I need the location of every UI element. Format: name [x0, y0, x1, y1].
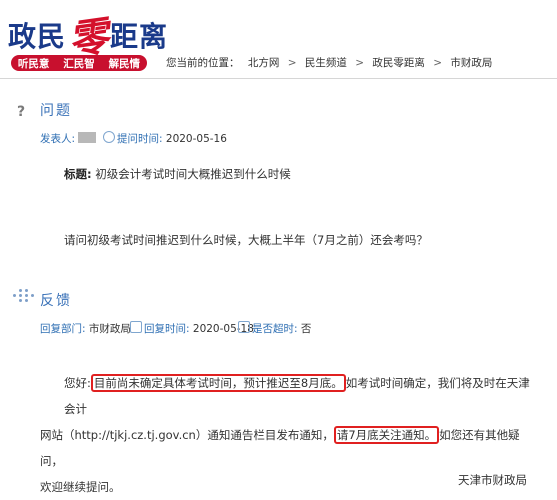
feedback-meta-time: 回复时间: 2020-05-18	[130, 321, 254, 336]
header-divider	[0, 78, 557, 79]
slogan-item: 解民情	[108, 57, 141, 70]
answer-text: 网站（http://tjkj.cz.tj.gov.cn）通知通告栏目发布通知，	[40, 428, 334, 442]
calendar-icon	[130, 321, 142, 333]
question-subject: 标题: 初级会计考试时间大概推迟到什么时候	[64, 166, 291, 182]
subject-value: 初级会计考试时间大概推迟到什么时候	[95, 167, 291, 181]
sender-redacted-block	[78, 132, 97, 143]
flag-icon	[238, 321, 250, 333]
overdue-label: 是否超时:	[252, 323, 298, 335]
question-mark-icon: ?	[17, 104, 26, 120]
breadcrumb-separator: >	[433, 57, 442, 69]
breadcrumb-link[interactable]: 民生频道	[305, 57, 347, 69]
slogan-item: 听民意	[17, 57, 50, 70]
answer-greeting: 您好:	[64, 376, 91, 390]
question-meta-time: 提问时间: 2020-05-16	[103, 131, 227, 146]
question-meta-sender: 发表人:	[40, 131, 97, 146]
feedback-meta-dept: 回复部门: 市财政局	[40, 321, 131, 336]
question-body: 请问初级考试时间推迟到什么时候，大概上半年（7月之前）还会考吗？	[64, 233, 428, 247]
breadcrumb-separator: >	[287, 57, 297, 69]
breadcrumb-link[interactable]: 北方网	[248, 57, 280, 69]
reply-time-label: 回复时间:	[144, 323, 190, 335]
logo-slogan-bar: 听民意 汇民智 解民情	[11, 55, 147, 71]
dept-label: 回复部门:	[40, 323, 86, 335]
time-label: 提问时间:	[117, 133, 163, 145]
breadcrumb-separator: >	[355, 57, 364, 69]
feedback-section-title: 反馈	[40, 293, 72, 309]
answer-highlight-box: 请7月底关注通知。	[333, 426, 440, 444]
dept-value: 市财政局	[88, 323, 131, 335]
site-logo[interactable]: 政民零距离	[8, 6, 169, 64]
feedback-dots-icon	[13, 289, 35, 303]
question-section-title: 问题	[40, 103, 72, 119]
logo-text-2: 距离	[110, 20, 169, 53]
answer-highlight-box: 目前尚未确定具体考试时间，预计推迟至8月底。	[90, 374, 346, 392]
slogan-item: 汇民智	[63, 57, 95, 70]
time-value: 2020-05-16	[165, 133, 227, 145]
breadcrumb-link[interactable]: 政民零距离	[372, 57, 425, 69]
breadcrumb: 您当前的位置： 北方网 > 民生频道 > 政民零距离 > 市财政局	[166, 55, 497, 70]
overdue-value: 否	[300, 323, 312, 335]
feedback-meta-overdue: 是否超时: 否	[238, 321, 311, 336]
answer-text: 欢迎继续提问。	[40, 480, 121, 494]
sender-label: 发表人:	[40, 133, 76, 145]
logo-text-1: 政民	[8, 20, 67, 53]
clock-icon	[103, 131, 115, 143]
subject-label: 标题:	[64, 167, 92, 181]
signature: 天津市财政局	[458, 473, 527, 487]
breadcrumb-link[interactable]: 市财政局	[450, 57, 492, 69]
breadcrumb-prefix: 您当前的位置：	[166, 57, 240, 69]
